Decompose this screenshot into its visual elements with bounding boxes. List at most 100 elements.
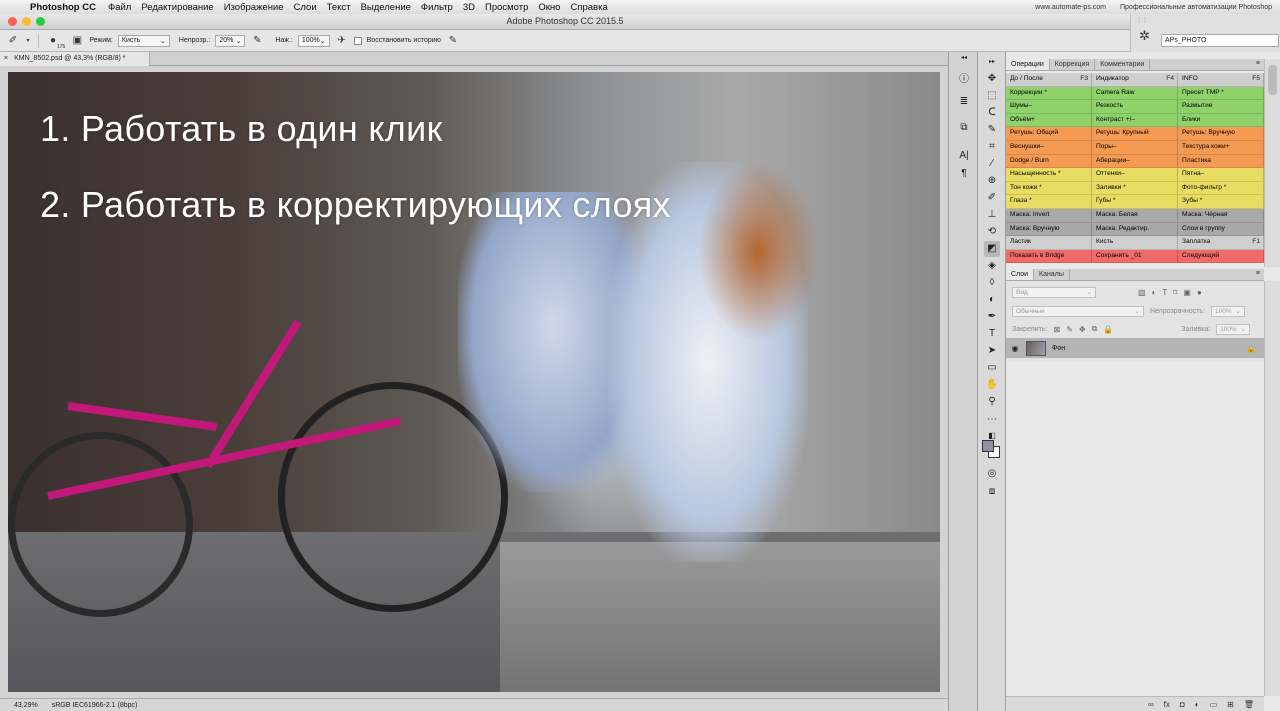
tab-comments[interactable]: Комментарии [1095, 59, 1151, 70]
airbrush-icon[interactable]: ✈ [335, 34, 349, 48]
filter-toggle-icon[interactable]: ● [1197, 288, 1202, 297]
action-button[interactable]: Маска: Вручную [1006, 222, 1092, 237]
quick-selection-tool-icon[interactable]: ✎ [984, 122, 1000, 138]
new-layer-icon[interactable]: ⊞ [1227, 700, 1234, 709]
fill-field[interactable]: 100% ⌄ [1216, 323, 1251, 335]
chevron-down-icon[interactable]: ▾ [25, 34, 31, 48]
character-icon[interactable]: A| [957, 150, 971, 164]
new-adjustment-icon[interactable]: ◐ [1195, 700, 1200, 709]
flow-field[interactable]: 100% ⌄ [297, 34, 330, 47]
action-button[interactable]: Глаза * [1006, 195, 1092, 209]
action-button[interactable]: Кисть [1092, 236, 1178, 250]
action-button[interactable]: Следующий [1178, 249, 1264, 264]
foreground-color-swatch[interactable] [982, 440, 994, 452]
adjustments-icon[interactable]: ≣ [957, 96, 971, 110]
action-button[interactable]: Насыщенность * [1006, 168, 1092, 182]
filter-adjustment-icon[interactable]: ◐ [1152, 288, 1157, 297]
action-button[interactable]: До / После F3 [1006, 73, 1092, 87]
menu-edit[interactable]: Редактирование [141, 2, 213, 13]
action-button[interactable]: Заплатка F1 [1178, 236, 1264, 250]
move-tool-icon[interactable]: ✥ [984, 71, 1000, 87]
action-button[interactable]: Dodge / Burn [1006, 154, 1092, 169]
layer-row-background[interactable]: ◉ Фон 🔒 [1006, 338, 1264, 358]
action-button[interactable]: Пресет TMP * [1178, 86, 1264, 101]
history-brush-tool-icon[interactable]: ⟲ [984, 224, 1000, 240]
blend-mode-select[interactable]: Обычные ⌄ [1012, 305, 1144, 317]
close-icon[interactable]: × [4, 55, 8, 63]
action-button[interactable]: Коррекции * [1006, 86, 1092, 101]
panel-menu-icon[interactable]: ≡ [1256, 60, 1260, 67]
menu-view[interactable]: Просмотр [485, 2, 528, 13]
action-button[interactable]: INFO F5 [1178, 73, 1264, 87]
menu-layers[interactable]: Слои [294, 2, 317, 13]
action-button[interactable]: Пятна– [1178, 168, 1264, 182]
filter-type-icon[interactable]: T [1162, 288, 1167, 297]
action-button[interactable]: Текстура кожи+ [1178, 140, 1264, 155]
action-button[interactable]: Поры– [1092, 140, 1178, 155]
action-button[interactable]: Показать в Bridge [1006, 249, 1092, 264]
action-button[interactable]: Резкость [1092, 100, 1178, 114]
pen-tool-icon[interactable]: ✒ [984, 309, 1000, 325]
filter-pixel-icon[interactable]: ▨ [1138, 288, 1146, 297]
brush-tool-icon[interactable]: ✐ [984, 190, 1000, 206]
lock-transparency-icon[interactable]: ⊠ [1053, 325, 1060, 334]
action-button[interactable]: Губы * [1092, 195, 1178, 209]
pressure-opacity-icon[interactable]: ✎ [250, 34, 264, 48]
lock-all-icon[interactable]: 🔒 [1103, 325, 1113, 334]
clone-stamp-tool-icon[interactable]: ⊥ [984, 207, 1000, 223]
action-button[interactable]: Camera Raw [1092, 86, 1178, 101]
hand-tool-icon[interactable]: ✋ [984, 377, 1000, 393]
tab-actions[interactable]: Операции [1006, 59, 1050, 70]
healing-brush-tool-icon[interactable]: ⊕ [984, 173, 1000, 189]
layer-style-icon[interactable]: fx [1164, 700, 1170, 709]
filter-smartobject-icon[interactable]: ▣ [1183, 288, 1191, 297]
rectangle-tool-icon[interactable]: ▭ [984, 360, 1000, 376]
action-button[interactable]: Блики [1178, 113, 1264, 128]
filter-shape-icon[interactable]: ⌑ [1173, 288, 1177, 297]
path-selection-tool-icon[interactable]: ➤ [984, 343, 1000, 359]
eraser-tool-preset-icon[interactable]: ✐ [6, 34, 20, 48]
crop-tool-icon[interactable]: ⌗ [984, 139, 1000, 155]
action-button[interactable]: Ретушь: Общий [1006, 127, 1092, 141]
action-button[interactable]: Зубы * [1178, 195, 1264, 209]
eraser-tool-icon[interactable]: ◩ [984, 241, 1000, 257]
eyedropper-tool-icon[interactable]: ⁄ [984, 156, 1000, 172]
action-button[interactable]: Ластик [1006, 236, 1092, 250]
delete-layer-icon[interactable]: 🗑 [1244, 700, 1254, 709]
filter-kind-select[interactable]: Вид ⌄ [1012, 286, 1096, 298]
action-button[interactable]: Фото-фильтр * [1178, 181, 1264, 196]
quick-mask-icon[interactable]: ◎ [984, 466, 1000, 482]
opacity-field[interactable]: 20% ⌄ [215, 34, 246, 47]
scrollbar-thumb[interactable] [1268, 65, 1277, 95]
lasso-tool-icon[interactable]: ᑕ [984, 105, 1000, 121]
action-button[interactable]: Сохранить _01 [1092, 249, 1178, 264]
menu-type[interactable]: Текст [327, 2, 351, 13]
menu-help[interactable]: Справка [570, 2, 607, 13]
tab-layers[interactable]: Слои [1006, 269, 1035, 280]
action-button[interactable]: Тон кожи * [1006, 181, 1092, 196]
menu-image[interactable]: Изображение [224, 2, 284, 13]
app-menu[interactable]: Photoshop CC [30, 2, 96, 13]
action-button[interactable]: Заливки * [1092, 181, 1178, 196]
layers-scrollbar[interactable] [1264, 281, 1280, 696]
lock-position-icon[interactable]: ✥ [1079, 325, 1086, 334]
actions-scrollbar[interactable] [1264, 59, 1280, 267]
screen-mode-icon[interactable]: ⧈ [984, 484, 1000, 500]
blur-tool-icon[interactable]: ◊ [984, 275, 1000, 291]
pressure-size-icon[interactable]: ✎ [446, 34, 460, 48]
tab-channels[interactable]: Каналы [1034, 269, 1070, 280]
action-button[interactable]: Маска: Белая [1092, 208, 1178, 223]
action-button[interactable]: Пластика [1178, 154, 1264, 169]
menu-window[interactable]: Окно [538, 2, 560, 13]
paragraph-icon[interactable]: ¶ [957, 168, 971, 182]
action-button[interactable]: Шумы– [1006, 100, 1092, 114]
layer-opacity-field[interactable]: 100% ⌄ [1211, 305, 1245, 317]
history-icon[interactable]: ⧉ [957, 122, 971, 136]
erase-to-history-checkbox[interactable] [353, 36, 362, 45]
lock-pixels-icon[interactable]: ✎ [1066, 325, 1073, 334]
add-mask-icon[interactable]: ◘ [1180, 700, 1185, 709]
action-button[interactable]: Аберации– [1092, 154, 1178, 169]
action-button[interactable]: Слои в группу [1178, 222, 1264, 237]
paint-bucket-tool-icon[interactable]: ◈ [984, 258, 1000, 274]
link-layers-icon[interactable]: ∞ [1148, 700, 1154, 709]
